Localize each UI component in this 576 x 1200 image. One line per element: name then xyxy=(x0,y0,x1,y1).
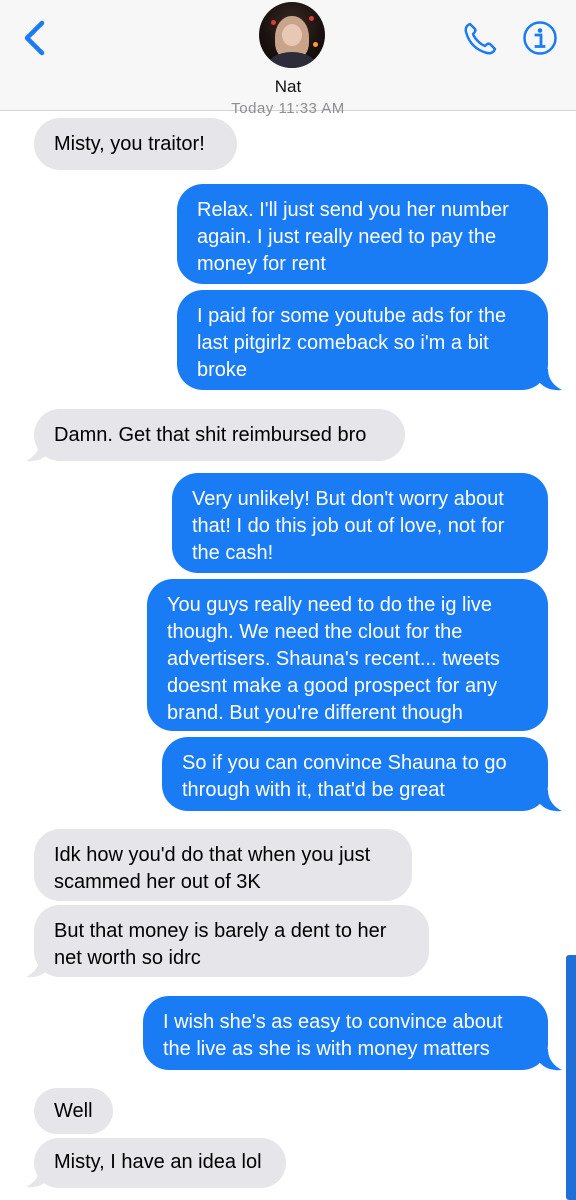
message-bubble-incoming[interactable]: Well xyxy=(34,1088,113,1134)
message-bubble-incoming[interactable]: Misty, you traitor! xyxy=(34,118,237,170)
phone-icon xyxy=(464,22,497,55)
back-button[interactable] xyxy=(20,20,52,56)
message-bubble-outgoing[interactable]: Relax. I'll just send you her number aga… xyxy=(177,184,548,284)
conversation-header: Nat Today 11:33 AM xyxy=(0,0,576,117)
bubble-tail xyxy=(26,1166,48,1188)
message-bubble-incoming[interactable]: Damn. Get that shit reimbursed bro xyxy=(34,409,405,461)
contact-avatar[interactable] xyxy=(259,2,325,68)
bubble-tail xyxy=(540,1049,562,1071)
contact-name[interactable]: Nat xyxy=(0,77,576,97)
info-button[interactable] xyxy=(522,20,558,56)
message-bubble-outgoing[interactable]: Very unlikely! But don't worry about tha… xyxy=(172,473,548,573)
message-bubble-outgoing[interactable]: You guys really need to do the ig live t… xyxy=(147,579,548,731)
bubble-tail xyxy=(26,440,48,462)
message-bubble-outgoing[interactable]: I paid for some youtube ads for the last… xyxy=(177,290,548,390)
scrollbar[interactable] xyxy=(566,955,576,1200)
message-bubble-incoming[interactable]: Idk how you'd do that when you just scam… xyxy=(34,829,412,901)
info-icon xyxy=(523,21,557,55)
bubble-tail xyxy=(26,956,48,978)
message-bubble-incoming[interactable]: Misty, I have an idea lol xyxy=(34,1138,286,1188)
message-timestamp: Today 11:33 AM xyxy=(231,100,345,117)
phone-button[interactable] xyxy=(461,20,499,58)
message-bubble-outgoing[interactable]: So if you can convince Shauna to go thro… xyxy=(162,737,548,811)
chevron-left-icon xyxy=(24,20,45,56)
message-bubble-outgoing[interactable]: I wish she's as easy to convince about t… xyxy=(143,996,548,1070)
bubble-tail xyxy=(540,369,562,391)
bubble-tail xyxy=(540,790,562,812)
message-bubble-incoming[interactable]: But that money is barely a dent to her n… xyxy=(34,905,429,977)
